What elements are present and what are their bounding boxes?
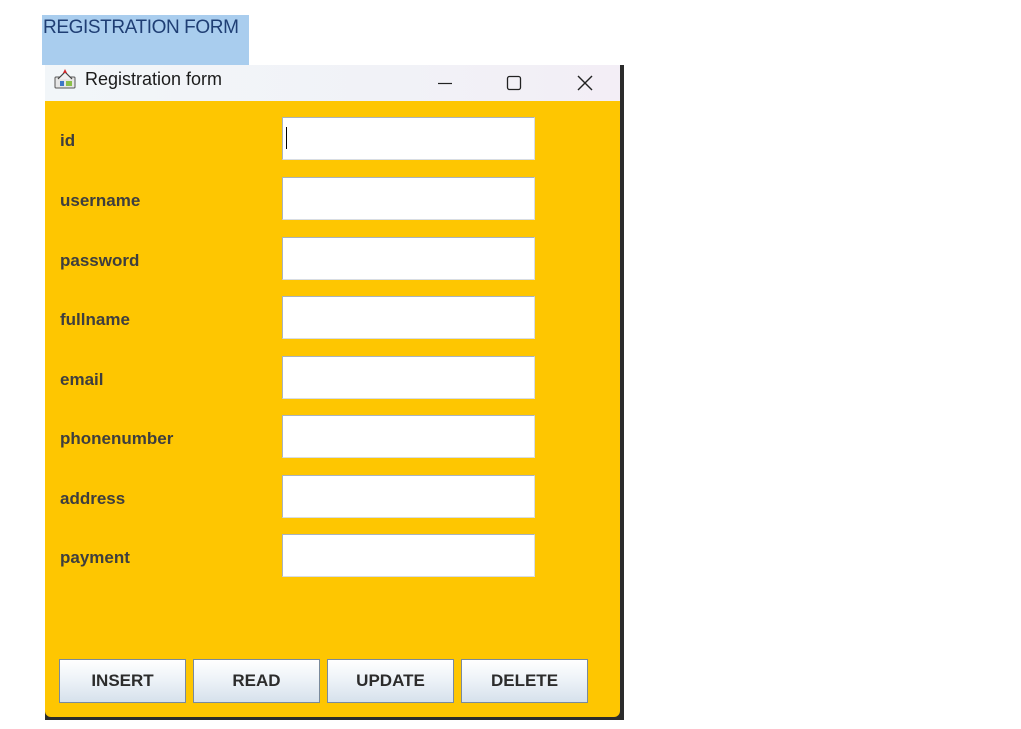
address-input[interactable] bbox=[282, 475, 535, 518]
registration-window: Registration form id username password f… bbox=[45, 65, 624, 720]
text-caret bbox=[286, 127, 287, 149]
phonenumber-input[interactable] bbox=[282, 415, 535, 458]
delete-button[interactable]: DELETE bbox=[461, 659, 588, 703]
page: REGISTRATION FORM Registration form id u… bbox=[0, 0, 1021, 729]
read-button[interactable]: READ bbox=[193, 659, 320, 703]
field-label-fullname: fullname bbox=[60, 310, 130, 329]
minimize-icon bbox=[438, 82, 452, 85]
form-panel: id username password fullname email phon… bbox=[45, 101, 620, 717]
fullname-input[interactable] bbox=[282, 296, 535, 339]
id-input[interactable] bbox=[282, 117, 535, 160]
minimize-button[interactable] bbox=[421, 65, 469, 101]
close-button[interactable] bbox=[561, 65, 609, 101]
document-heading: REGISTRATION FORM bbox=[42, 15, 249, 65]
maximize-icon bbox=[506, 75, 522, 91]
field-label-password: password bbox=[60, 251, 140, 270]
insert-button[interactable]: INSERT bbox=[59, 659, 186, 703]
title-bar[interactable]: Registration form bbox=[45, 65, 620, 101]
update-button[interactable]: UPDATE bbox=[327, 659, 454, 703]
field-label-username: username bbox=[60, 191, 141, 210]
field-label-phonenumber: phonenumber bbox=[60, 429, 174, 448]
email-input[interactable] bbox=[282, 356, 535, 399]
payment-input[interactable] bbox=[282, 534, 535, 577]
java-cup-icon bbox=[54, 68, 78, 90]
password-input[interactable] bbox=[282, 237, 535, 280]
window-title: Registration form bbox=[85, 69, 223, 89]
field-label-payment: payment bbox=[60, 548, 130, 567]
field-label-email: email bbox=[60, 370, 104, 389]
field-label-address: address bbox=[60, 489, 126, 508]
close-icon bbox=[577, 75, 593, 91]
field-label-id: id bbox=[60, 131, 76, 150]
username-input[interactable] bbox=[282, 177, 535, 220]
maximize-button[interactable] bbox=[490, 65, 538, 101]
